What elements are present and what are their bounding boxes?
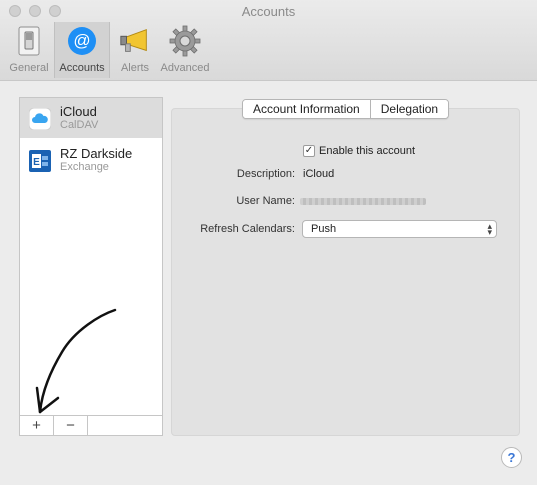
annotation-arrow-icon (35, 308, 117, 414)
preferences-window: Accounts General @ Accounts Alerts Advan… (0, 0, 537, 485)
